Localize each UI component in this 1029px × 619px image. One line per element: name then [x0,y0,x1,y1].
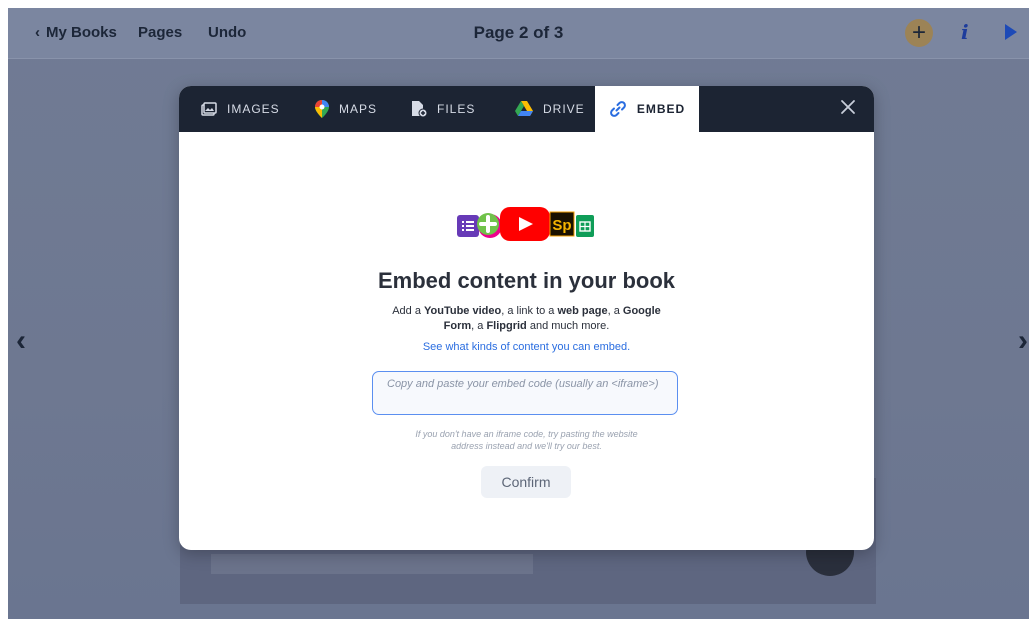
desc-google: Google [622,305,661,317]
embed-code-input[interactable] [372,371,678,415]
close-icon[interactable] [840,99,856,115]
tab-images-label: IMAGES [227,102,280,116]
file-add-icon [411,100,427,118]
google-sheets-icon [576,215,594,237]
image-icon [201,102,217,116]
embed-headline: Embed content in your book [377,268,675,293]
google-drive-icon [515,101,533,117]
top-bar: ‹ My Books Pages Undo Page 2 of 3 + i [8,8,1029,59]
embed-hint-line-2: address instead and we'll try our best. [451,441,602,451]
map-pin-icon [315,100,329,118]
embed-description: Add a YouTube video, a link to a web pag… [179,304,874,334]
confirm-button[interactable]: Confirm [481,466,571,498]
embed-description-line-1: Add a YouTube video, a link to a web pag… [179,304,874,319]
embed-hint-line-1: If you don't have an iframe code, try pa… [415,429,638,439]
desc-text: , a [607,305,623,317]
desc-text: , a link to a [501,305,558,317]
tab-embed[interactable]: EMBED [595,86,699,132]
embed-services-illustration: Sp [452,204,602,244]
tab-maps[interactable]: MAPS [315,86,377,132]
desc-form: Form [443,320,472,332]
next-page-chevron-icon[interactable]: › [1018,324,1028,358]
tab-files-label: FILES [437,102,476,116]
tab-files[interactable]: FILES [411,86,475,132]
embed-description-line-2: Form, a Flipgrid and much more. [179,319,874,334]
google-forms-icon [457,215,479,237]
plus-icon[interactable]: + [905,19,933,47]
tab-maps-label: MAPS [339,102,378,116]
embed-hint: If you don't have an iframe code, try pa… [179,428,874,452]
previous-page-chevron-icon[interactable]: ‹ [16,324,26,358]
desc-youtube: YouTube video [424,305,502,317]
embed-content-types-link[interactable]: See what kinds of content you can embed. [179,341,874,353]
tab-images[interactable]: IMAGES [201,86,280,132]
media-tab-bar: IMAGES MAPS FILES DRIVE EMBED [179,86,874,132]
youtube-icon [500,207,550,241]
app-background: ‹ My Books Pages Undo Page 2 of 3 + i ‹ ›… [8,8,1029,619]
flipgrid-icon [477,213,502,238]
adobe-spark-icon: Sp [549,211,575,237]
play-icon[interactable] [1005,24,1017,40]
tab-embed-label: EMBED [636,102,686,116]
link-icon [609,100,627,118]
page-indicator: Page 2 of 3 [473,23,564,42]
tab-drive[interactable]: DRIVE [515,86,585,132]
tab-drive-label: DRIVE [543,102,585,116]
book-page-element [211,554,533,574]
sp-label: Sp [552,217,571,234]
desc-text: , a [471,320,487,332]
info-icon[interactable]: i [961,20,969,44]
desc-webpage: web page [557,305,608,317]
desc-text: and much more. [526,320,610,332]
desc-text: Add a [392,305,424,317]
media-dialog: IMAGES MAPS FILES DRIVE EMBED Sp Embed c… [179,86,874,550]
desc-flipgrid: Flipgrid [486,320,527,332]
